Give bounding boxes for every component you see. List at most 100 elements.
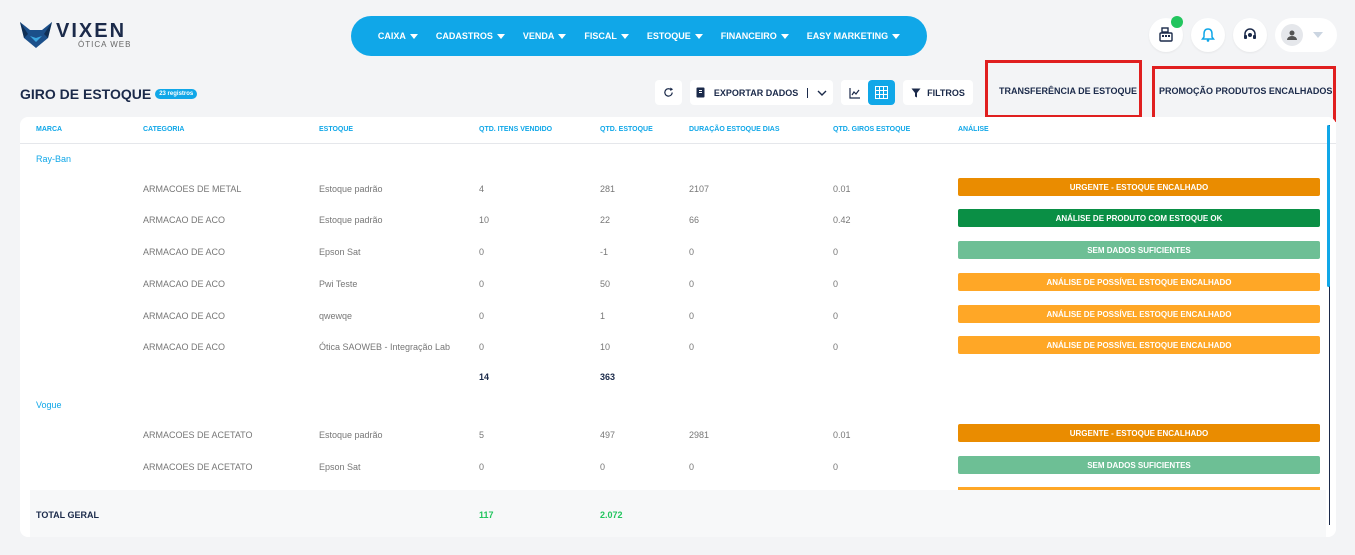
column-header-categoria[interactable]: CATEGORIA (143, 126, 184, 133)
chevron-down-icon (780, 33, 789, 39)
brand-group-label: Ray-Ban (36, 154, 72, 164)
page-toolbar: EXPORTAR DADOS FILTROS (655, 80, 973, 105)
nav-item-label: VENDA (522, 31, 555, 41)
export-data-label: EXPORTAR DADOS (713, 87, 799, 98)
cell-categoria: ARMACAO DE ACO (143, 215, 226, 225)
page-title: GIRO DE ESTOQUE 23 registros (20, 86, 198, 102)
export-data-button[interactable]: EXPORTAR DADOS (690, 80, 833, 105)
chevron-down-icon[interactable] (817, 89, 827, 97)
filters-label: FILTROS (927, 87, 965, 98)
nav-item-label: FINANCEIRO (720, 31, 777, 41)
cell-giros: 0 (833, 247, 839, 257)
cell-categoria: ARMACAO DE ACO (143, 311, 226, 321)
scrollbar-thumb[interactable] (1327, 125, 1330, 287)
column-header-duracao-estoque-dias[interactable]: DURAÇÃO ESTOQUE DIAS (689, 126, 780, 133)
cell-categoria: ARMACOES DE ACETATO (143, 462, 253, 472)
cell-giros: 0 (833, 279, 839, 289)
filter-funnel-icon (911, 88, 921, 97)
analysis-status-badge: ANÁLISE DE POSSÍVEL ESTOQUE ENCALHADO (958, 273, 1320, 291)
cell-duracao: 0 (689, 462, 695, 472)
cell-estoque: Estoque padrão (319, 184, 383, 194)
nav-item-venda[interactable]: VENDA (514, 31, 576, 41)
nav-item-label: CAIXA (377, 31, 406, 41)
nav-item-financeiro[interactable]: FINANCEIRO (712, 31, 798, 41)
nav-item-label: CADASTROS (435, 31, 493, 41)
highlight-box-promotion (1152, 66, 1336, 122)
cell-vendido: 10 (479, 215, 490, 225)
chevron-down-icon (409, 33, 418, 39)
table-view-button[interactable] (868, 80, 895, 105)
nav-item-label: EASY MARKETING (806, 31, 889, 41)
cell-duracao: 66 (689, 215, 700, 225)
bell-icon (1201, 28, 1215, 42)
cash-register-button[interactable] (1149, 16, 1183, 52)
chevron-down-icon (892, 33, 901, 39)
chevron-down-icon (694, 33, 703, 39)
cell-estoque: Epson Sat (319, 462, 361, 472)
divider (807, 87, 809, 98)
nav-item-cadastros[interactable]: CADASTROS (427, 31, 514, 41)
analysis-status-badge: ANÁLISE DE POSSÍVEL ESTOQUE ENCALHADO (958, 336, 1320, 354)
online-status-dot (1171, 16, 1183, 28)
column-header-estoque[interactable]: ESTOQUE (319, 126, 353, 133)
fox-logo-icon (20, 22, 52, 48)
cell-qtd-estoque: 22 (600, 215, 611, 225)
page-title-text: GIRO DE ESTOQUE (20, 86, 152, 102)
cell-categoria: ARMACAO DE ACO (143, 342, 226, 352)
column-header-marca[interactable]: MARCA (36, 126, 62, 133)
analysis-status-badge: ANÁLISE DE POSSÍVEL ESTOQUE ENCALHADO (958, 305, 1320, 323)
nav-item-label: FISCAL (584, 31, 617, 41)
cell-qtd-estoque: 10 (600, 342, 611, 352)
brand-group-label: Vogue (36, 400, 62, 410)
cell-giros: 0.01 (833, 184, 851, 194)
cell-estoque: Ótica SAOWEB - Integração Lab (319, 342, 451, 352)
refresh-button[interactable] (655, 80, 682, 105)
cell-estoque: Estoque padrão (319, 430, 383, 440)
cell-duracao: 2107 (689, 184, 710, 194)
analysis-status-badge: ANÁLISE DE PRODUTO COM ESTOQUE OK (958, 209, 1320, 227)
table-header: MARCA CATEGORIA ESTOQUE QTD. ITENS VENDI… (20, 117, 1336, 144)
user-menu-button[interactable] (1275, 18, 1337, 52)
app-logo[interactable]: VIXEN ÓTICA WEB (18, 20, 131, 50)
view-toggle (841, 80, 895, 105)
analysis-status-badge: URGENTE - ESTOQUE ENCALHADO (958, 424, 1320, 442)
cell-giros: 0 (833, 311, 839, 321)
line-chart-icon (848, 87, 860, 99)
analysis-status-badge: URGENTE - ESTOQUE ENCALHADO (958, 178, 1320, 196)
chart-view-button[interactable] (841, 80, 868, 105)
cell-vendido: 0 (479, 462, 485, 472)
column-header-qtd-estoque[interactable]: QTD. ESTOQUE (600, 126, 653, 133)
nav-item-caixa[interactable]: CAIXA (369, 31, 427, 41)
cell-vendido: 0 (479, 279, 485, 289)
column-header-qtd-itens-vendido[interactable]: QTD. ITENS VENDIDO (479, 126, 552, 133)
total-qtd-estoque: 2.072 (600, 510, 623, 520)
support-headset-icon (1244, 28, 1256, 39)
chevron-down-icon (1313, 32, 1323, 38)
avatar (1281, 24, 1303, 46)
cell-estoque: Estoque padrão (319, 215, 383, 225)
cell-duracao: 0 (689, 247, 695, 257)
cell-giros: 0.42 (833, 215, 851, 225)
filters-button[interactable]: FILTROS (903, 80, 973, 105)
nav-item-estoque[interactable]: ESTOQUE (638, 31, 712, 41)
nav-item-easy-marketing[interactable]: EASY MARKETING (798, 31, 909, 41)
notifications-button[interactable] (1191, 18, 1225, 52)
cell-categoria: ARMACAO DE ACO (143, 279, 226, 289)
column-header-analise[interactable]: ANÁLISE (958, 126, 989, 133)
cell-vendido: 0 (479, 342, 485, 352)
grid-table-icon (875, 86, 888, 99)
cell-estoque: Pwi Teste (319, 279, 358, 289)
column-header-qtd-giros-estoque[interactable]: QTD. GIROS ESTOQUE (833, 126, 910, 133)
brand-name: VIXEN (56, 19, 127, 42)
support-button[interactable] (1233, 18, 1267, 52)
cell-categoria: ARMACOES DE METAL (143, 184, 242, 194)
main-navigation: CAIXA CADASTROS VENDA FISCAL ESTOQUE FIN… (351, 16, 927, 56)
chevron-down-icon (558, 33, 567, 39)
subtotal-vendido: 14 (479, 372, 490, 382)
cell-vendido: 5 (479, 430, 485, 440)
cash-register-icon (1159, 27, 1173, 42)
user-avatar-icon (1287, 30, 1297, 40)
nav-item-fiscal[interactable]: FISCAL (575, 31, 638, 41)
total-vendido: 117 (479, 510, 494, 520)
cell-estoque: Epson Sat (319, 247, 361, 257)
